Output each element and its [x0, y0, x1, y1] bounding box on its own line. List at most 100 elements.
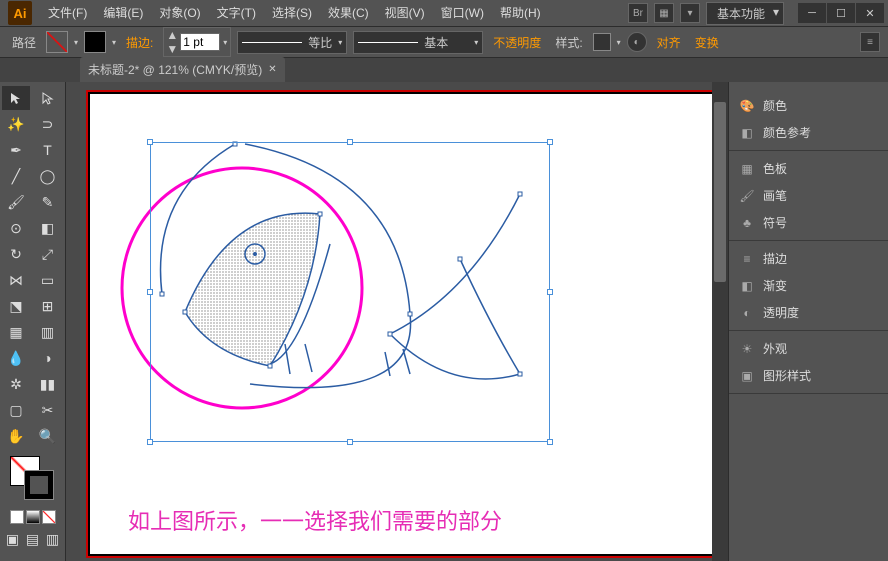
canvas-region[interactable]: 如上图所示，一一选择我们需要的部分 — [66, 82, 728, 561]
brushes-icon: 🖌 — [739, 188, 755, 204]
window-minimize-button[interactable]: ─ — [798, 3, 826, 23]
sel-handle-s[interactable] — [347, 439, 353, 445]
none-mode[interactable] — [42, 510, 56, 524]
width-tool[interactable]: ⋈ — [2, 268, 30, 292]
gradient-icon: ◧ — [739, 278, 755, 294]
hand-tool[interactable]: ✋ — [2, 424, 30, 448]
menu-type[interactable]: 文字(T) — [209, 0, 264, 26]
color-mode[interactable] — [10, 510, 24, 524]
sel-handle-e[interactable] — [547, 289, 553, 295]
type-tool[interactable]: T — [34, 138, 62, 162]
draw-normal-mode[interactable]: ▣ — [4, 530, 22, 548]
lasso-tool[interactable]: ⊃ — [34, 112, 62, 136]
graphic-style-swatch[interactable] — [593, 33, 611, 51]
arrange-docs-icon[interactable]: ▦ — [654, 3, 674, 23]
sel-handle-w[interactable] — [147, 289, 153, 295]
zoom-tool[interactable]: 🔍 — [34, 424, 62, 448]
eyedropper-tool[interactable]: 💧 — [2, 346, 30, 370]
symbols-icon: ♣ — [739, 215, 755, 231]
panel-swatches[interactable]: ▦色板 — [729, 155, 888, 182]
width-profile-dropdown[interactable]: 等比 — [237, 31, 347, 54]
align-label[interactable]: 对齐 — [653, 34, 685, 51]
panel-symbols[interactable]: ♣符号 — [729, 209, 888, 236]
artboard[interactable]: 如上图所示，一一选择我们需要的部分 — [90, 94, 720, 554]
control-bar: 路径 ▾ ▾ 描边: ▲▼ ▾ 等比 基本 不透明度 样式: ▾ ◐ 对齐 变换… — [0, 26, 888, 58]
sel-handle-se[interactable] — [547, 439, 553, 445]
stroke-swatch[interactable] — [84, 31, 106, 53]
sel-handle-nw[interactable] — [147, 139, 153, 145]
recolor-icon[interactable]: ◐ — [627, 32, 647, 52]
brush-def-dropdown[interactable]: 基本 — [353, 31, 483, 54]
app-logo: Ai — [8, 1, 32, 25]
window-close-button[interactable]: ✕ — [856, 3, 884, 23]
rotate-tool[interactable]: ↻ — [2, 242, 30, 266]
menu-object[interactable]: 对象(O) — [151, 0, 208, 26]
draw-inside-mode[interactable]: ▥ — [44, 530, 62, 548]
style-label: 样式: — [551, 34, 586, 51]
menu-bar: 文件(F) 编辑(E) 对象(O) 文字(T) 选择(S) 效果(C) 视图(V… — [40, 0, 549, 26]
ellipse-tool[interactable]: ◯ — [34, 164, 62, 188]
paintbrush-tool[interactable]: 🖌 — [2, 190, 30, 214]
menu-effect[interactable]: 效果(C) — [320, 0, 377, 26]
pencil-tool[interactable]: ✎ — [34, 190, 62, 214]
panel-appearance[interactable]: ☀外观 — [729, 335, 888, 362]
blob-brush-tool[interactable]: ⊙ — [2, 216, 30, 240]
right-panel-dock: 🎨颜色 ◧颜色参考 ▦色板 🖌画笔 ♣符号 ≡描边 ◧渐变 ◐透明度 ☀外观 ▣… — [728, 82, 888, 561]
window-maximize-button[interactable]: ☐ — [827, 3, 855, 23]
panel-transparency[interactable]: ◐透明度 — [729, 299, 888, 326]
workspace-switcher[interactable]: 基本功能 — [706, 2, 784, 25]
selection-type-label: 路径 — [8, 34, 40, 51]
selection-tool[interactable] — [2, 86, 30, 110]
stroke-icon: ≡ — [739, 251, 755, 267]
column-graph-tool[interactable]: ▮▮ — [34, 372, 62, 396]
slice-tool[interactable]: ✂ — [34, 398, 62, 422]
line-tool[interactable]: ╱ — [2, 164, 30, 188]
panel-gradient[interactable]: ◧渐变 — [729, 272, 888, 299]
direct-selection-tool[interactable] — [34, 86, 62, 110]
stroke-box[interactable] — [24, 470, 54, 500]
control-menu-icon[interactable]: ≡ — [860, 32, 880, 52]
sel-handle-n[interactable] — [347, 139, 353, 145]
scale-tool[interactable]: ⤢ — [34, 242, 62, 266]
stroke-weight-input[interactable] — [180, 33, 220, 51]
panel-brushes[interactable]: 🖌画笔 — [729, 182, 888, 209]
screen-mode-icon[interactable]: ▾ — [680, 3, 700, 23]
panel-graphic-styles[interactable]: ▣图形样式 — [729, 362, 888, 389]
gradient-mode[interactable] — [26, 510, 40, 524]
free-transform-tool[interactable]: ▭ — [34, 268, 62, 292]
bridge-icon[interactable]: Br — [628, 3, 648, 23]
mesh-tool[interactable]: ▦ — [2, 320, 30, 344]
sel-handle-ne[interactable] — [547, 139, 553, 145]
document-tab[interactable]: 未标题-2* @ 121% (CMYK/预览) ✕ — [80, 57, 285, 82]
scrollbar-thumb[interactable] — [714, 102, 726, 282]
menu-edit[interactable]: 编辑(E) — [95, 0, 151, 26]
tab-close-icon[interactable]: ✕ — [268, 64, 276, 75]
menu-window[interactable]: 窗口(W) — [433, 0, 492, 26]
sel-handle-sw[interactable] — [147, 439, 153, 445]
fill-stroke-control[interactable] — [2, 456, 63, 506]
magic-wand-tool[interactable]: ✨ — [2, 112, 30, 136]
gradient-tool[interactable]: ▥ — [34, 320, 62, 344]
stroke-label[interactable]: 描边: — [122, 34, 157, 51]
panel-color-guide[interactable]: ◧颜色参考 — [729, 119, 888, 146]
pen-tool[interactable]: ✒ — [2, 138, 30, 162]
eraser-tool[interactable]: ◧ — [34, 216, 62, 240]
menu-help[interactable]: 帮助(H) — [492, 0, 549, 26]
fill-swatch[interactable] — [46, 31, 68, 53]
perspective-grid-tool[interactable]: ⊞ — [34, 294, 62, 318]
draw-behind-mode[interactable]: ▤ — [24, 530, 42, 548]
blend-tool[interactable]: ◑ — [34, 346, 62, 370]
panel-color[interactable]: 🎨颜色 — [729, 92, 888, 119]
artboard-tool[interactable]: ▢ — [2, 398, 30, 422]
opacity-label[interactable]: 不透明度 — [489, 34, 545, 51]
graphic-styles-icon: ▣ — [739, 368, 755, 384]
selection-bounding-box[interactable] — [150, 142, 550, 442]
panel-stroke[interactable]: ≡描边 — [729, 245, 888, 272]
menu-view[interactable]: 视图(V) — [377, 0, 433, 26]
vertical-scrollbar[interactable] — [712, 82, 728, 561]
transform-label[interactable]: 变换 — [691, 34, 723, 51]
menu-select[interactable]: 选择(S) — [264, 0, 320, 26]
symbol-sprayer-tool[interactable]: ✲ — [2, 372, 30, 396]
shape-builder-tool[interactable]: ⬔ — [2, 294, 30, 318]
menu-file[interactable]: 文件(F) — [40, 0, 95, 26]
